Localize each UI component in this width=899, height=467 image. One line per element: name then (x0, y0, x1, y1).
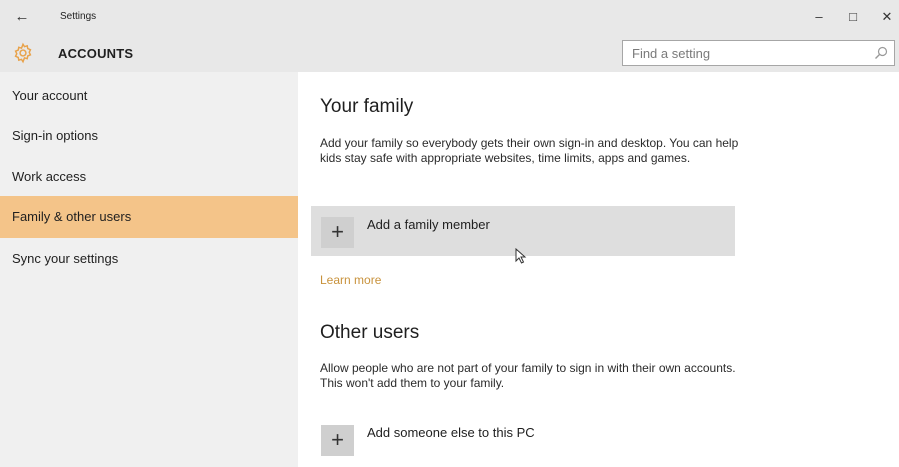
maximize-button[interactable]: □ (842, 7, 864, 27)
other-users-heading: Other users (320, 322, 420, 343)
family-description: Add your family so everybody gets their … (320, 136, 739, 165)
sidebar-item-sync-settings[interactable]: Sync your settings (0, 238, 298, 280)
minimize-button[interactable]: – (808, 7, 830, 27)
search-box[interactable] (622, 40, 895, 66)
other-users-description: Allow people who are not part of your fa… (320, 361, 736, 390)
sidebar-item-work-access[interactable]: Work access (0, 156, 298, 198)
plus-icon: + (321, 217, 354, 248)
add-family-member-label: Add a family member (367, 217, 490, 232)
add-someone-else-button[interactable]: + Add someone else to this PC (311, 414, 735, 464)
app-title: Settings (60, 11, 97, 22)
family-heading: Your family (320, 96, 414, 117)
close-button[interactable]: ✕ (876, 7, 898, 27)
mouse-cursor-icon (515, 248, 527, 264)
add-someone-else-label: Add someone else to this PC (367, 425, 535, 440)
sidebar: Your account Sign-in options Work access… (0, 72, 298, 467)
sidebar-item-sign-in-options[interactable]: Sign-in options (0, 115, 298, 157)
plus-icon: + (321, 425, 354, 456)
learn-more-link[interactable]: Learn more (320, 273, 381, 287)
sidebar-item-your-account[interactable]: Your account (0, 75, 298, 117)
back-button[interactable]: ← (12, 9, 32, 25)
title-bar: ← Settings – □ ✕ (0, 0, 899, 34)
search-icon[interactable] (874, 46, 888, 60)
page-title: ACCOUNTS (58, 46, 134, 61)
sidebar-item-family-other-users[interactable]: Family & other users (0, 196, 298, 238)
search-input[interactable] (623, 41, 863, 65)
page-header: ACCOUNTS (0, 34, 899, 72)
gear-icon (14, 42, 32, 64)
main-content: Your family Add your family so everybody… (298, 72, 899, 467)
